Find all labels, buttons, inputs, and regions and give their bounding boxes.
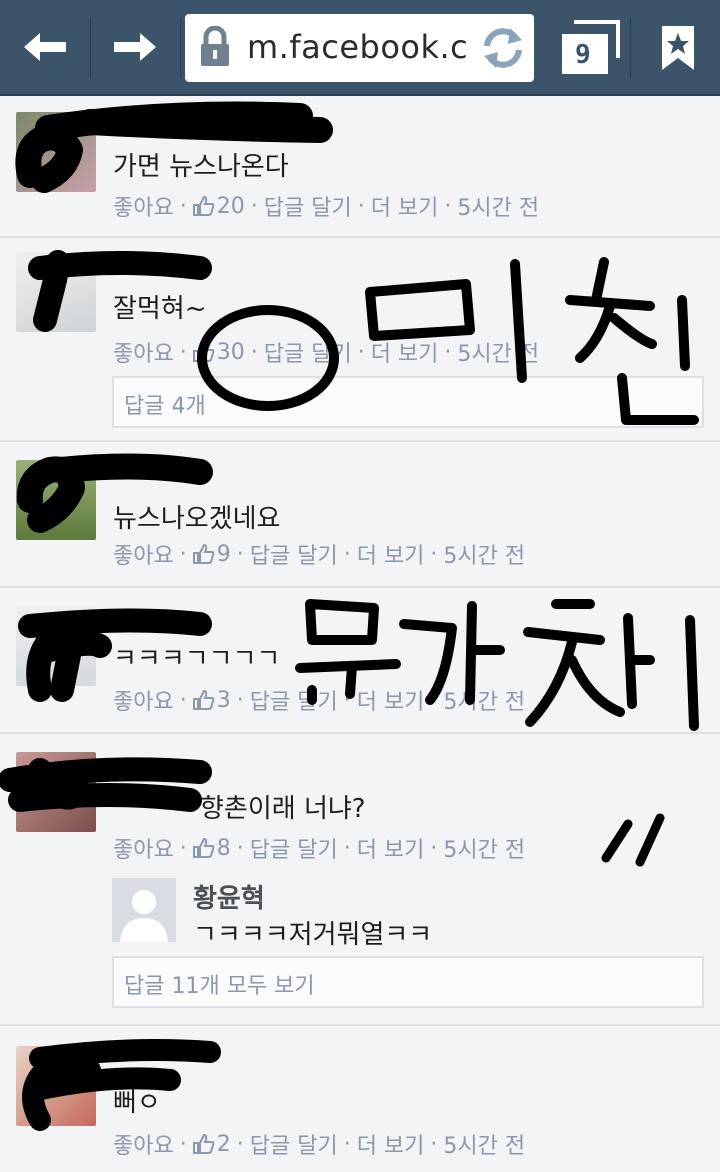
like-count: 30 [216, 339, 245, 365]
comment-text: 뻐ㅇ [113, 1088, 161, 1118]
browser-toolbar: m.facebook.c 9 [0, 0, 720, 96]
reply-link[interactable]: 답글 달기 [250, 832, 338, 864]
like-link[interactable]: 좋아요 [113, 832, 174, 864]
bookmark-star-icon [662, 26, 694, 70]
bookmark-button[interactable] [648, 14, 708, 82]
avatar[interactable] [16, 252, 96, 332]
thumbs-up-icon [192, 544, 215, 564]
url-text[interactable]: m.facebook.c [247, 28, 468, 66]
comment-actions: 좋아요 · 9 · 답글 달기 · 더 보기 · 5시간 전 [113, 538, 525, 570]
comment-text: 가면 뉴스나온다 [113, 152, 289, 182]
like-count: 20 [216, 193, 245, 219]
reply-text: ㄱㅋㅋㅋ저거뭐열ㅋㅋ [193, 920, 433, 950]
comment-text: 잘먹혀~ [113, 294, 207, 324]
comment-actions: 좋아요 · 8 · 답글 달기 · 더 보기 · 5시간 전 [113, 832, 525, 864]
more-link[interactable]: 더 보기 [357, 538, 425, 570]
reply-link[interactable]: 답글 달기 [250, 684, 338, 716]
back-arrow-icon [24, 33, 66, 61]
comment-item: 향촌이래 너냐? 좋아요 · 8 · 답글 달기 · 더 보기 · 5시간 전 황윤혁 … [0, 734, 720, 1026]
like-link[interactable]: 좋아요 [113, 1128, 174, 1160]
avatar[interactable] [16, 1046, 96, 1126]
comment-actions: 좋아요 · 2 · 답글 달기 · 더 보기 · 5시간 전 [113, 1128, 525, 1160]
comment-item: 뻐ㅇ 좋아요 · 2 · 답글 달기 · 더 보기 · 5시간 전 [0, 1026, 720, 1172]
comment-actions: 좋아요 · 3 · 답글 달기 · 더 보기 · 5시간 전 [113, 684, 525, 716]
avatar[interactable] [16, 460, 96, 540]
like-link[interactable]: 좋아요 [113, 190, 174, 222]
like-link[interactable]: 좋아요 [113, 538, 174, 570]
view-all-replies-button[interactable]: 답글 11개 모두 보기 [112, 956, 704, 1008]
comment-actions: 좋아요 · 30 · 답글 달기 · 더 보기 · 5시간 전 [113, 336, 539, 368]
reply-link[interactable]: 답글 달기 [264, 190, 352, 222]
toolbar-divider [630, 18, 631, 78]
comment-item: 뉴스나오겠네요 좋아요 · 9 · 답글 달기 · 더 보기 · 5시간 전 [0, 442, 720, 588]
comment-text: 뉴스나오겠네요 [113, 504, 281, 534]
reply-link[interactable]: 답글 달기 [250, 1128, 338, 1160]
toolbar-divider [180, 18, 181, 78]
thumbs-up-icon [192, 196, 215, 216]
like-link[interactable]: 좋아요 [113, 684, 174, 716]
like-count: 9 [216, 541, 231, 567]
more-link[interactable]: 더 보기 [371, 190, 439, 222]
view-replies-button[interactable]: 답글 4개 [112, 376, 704, 428]
comment-item: 가면 뉴스나온다 좋아요 · 20 · 답글 달기 · 더 보기 · 5시간 전 [0, 96, 720, 238]
avatar[interactable] [16, 752, 96, 832]
default-profile-icon [112, 878, 176, 942]
forward-button[interactable] [90, 0, 180, 94]
comment-text: ㅋㅋㅋㄱㄱㄱㄱ [113, 644, 281, 674]
thumbs-up-icon [192, 690, 215, 710]
like-count: 8 [216, 835, 231, 861]
url-bar[interactable]: m.facebook.c [185, 14, 534, 82]
timestamp[interactable]: 5시간 전 [457, 336, 539, 368]
reply-author[interactable]: 황윤혁 [193, 878, 265, 915]
more-link[interactable]: 더 보기 [357, 1128, 425, 1160]
like-link[interactable]: 좋아요 [113, 336, 174, 368]
lock-icon [201, 26, 229, 66]
timestamp[interactable]: 5시간 전 [443, 684, 525, 716]
more-link[interactable]: 더 보기 [357, 832, 425, 864]
more-link[interactable]: 더 보기 [371, 336, 439, 368]
back-button[interactable] [0, 0, 90, 94]
tab-count: 9 [575, 40, 591, 70]
thumbs-up-icon [192, 342, 215, 362]
like-count: 2 [216, 1131, 231, 1157]
timestamp[interactable]: 5시간 전 [443, 832, 525, 864]
reply-avatar[interactable] [112, 878, 176, 942]
timestamp[interactable]: 5시간 전 [443, 1128, 525, 1160]
reply-link[interactable]: 답글 달기 [264, 336, 352, 368]
avatar[interactable] [16, 606, 96, 686]
tabs-button[interactable]: 9 [556, 18, 626, 80]
comment-item: 잘먹혀~ 좋아요 · 30 · 답글 달기 · 더 보기 · 5시간 전 답글 4개 [0, 238, 720, 442]
tabs-icon [562, 20, 620, 74]
comment-text: 향촌이래 너냐? [200, 794, 366, 824]
avatar[interactable] [16, 112, 96, 192]
reply-link[interactable]: 답글 달기 [250, 538, 338, 570]
comment-item: ㅋㅋㅋㄱㄱㄱㄱ 좋아요 · 3 · 답글 달기 · 더 보기 · 5시간 전 [0, 588, 720, 734]
thumbs-up-icon [192, 1134, 215, 1154]
forward-arrow-icon [114, 33, 156, 61]
more-link[interactable]: 더 보기 [357, 684, 425, 716]
reload-icon[interactable] [478, 24, 528, 72]
thumbs-up-icon [192, 838, 215, 858]
timestamp[interactable]: 5시간 전 [443, 538, 525, 570]
comment-actions: 좋아요 · 20 · 답글 달기 · 더 보기 · 5시간 전 [113, 190, 539, 222]
like-count: 3 [216, 687, 231, 713]
timestamp[interactable]: 5시간 전 [457, 190, 539, 222]
